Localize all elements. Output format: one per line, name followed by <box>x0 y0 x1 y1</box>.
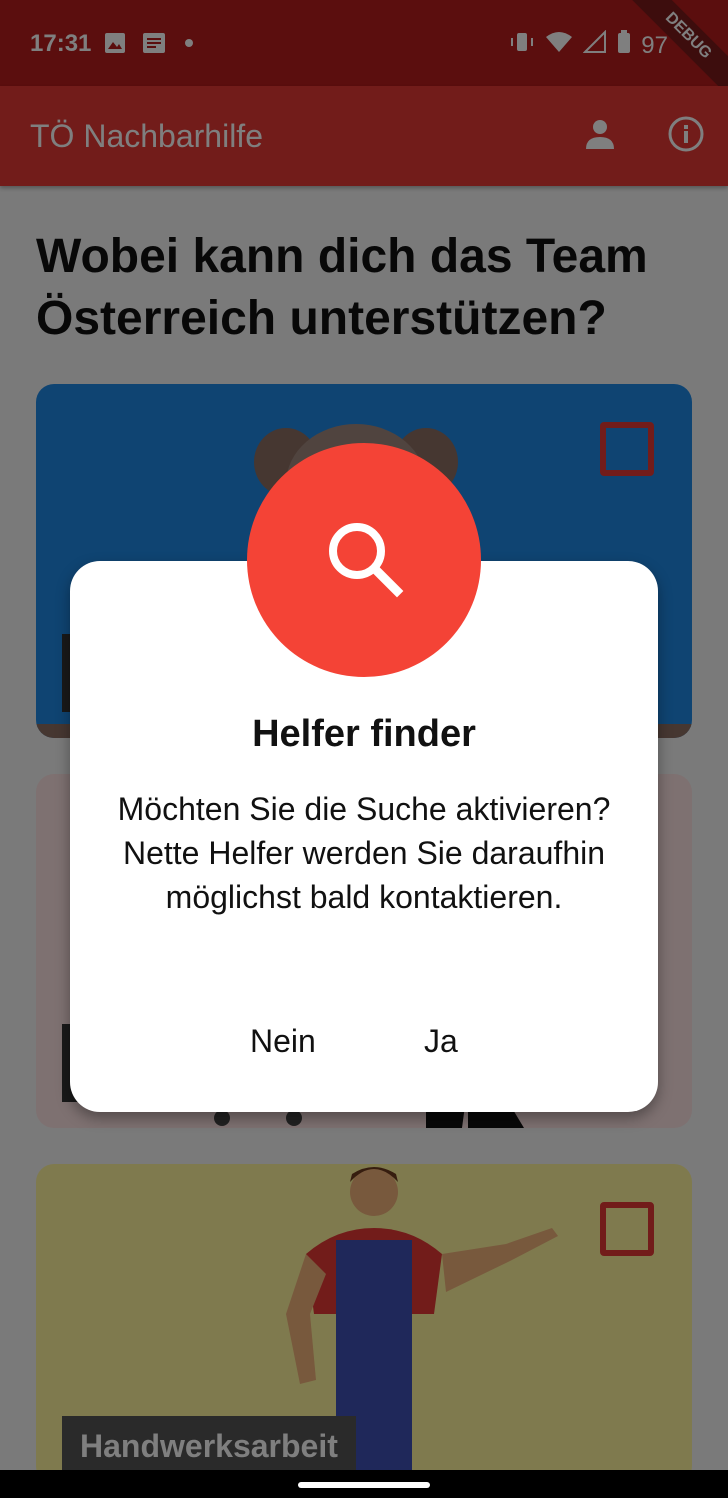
search-icon <box>319 513 409 608</box>
navigation-bar <box>0 1470 728 1498</box>
yes-button[interactable]: Ja <box>424 1023 458 1060</box>
dialog-title: Helfer finder <box>252 713 476 755</box>
no-button[interactable]: Nein <box>250 1023 316 1060</box>
dialog-message: Möchten Sie die Suche aktivieren? Nette … <box>117 791 611 915</box>
dialog-search-badge <box>247 443 481 677</box>
home-handle[interactable] <box>298 1482 430 1488</box>
